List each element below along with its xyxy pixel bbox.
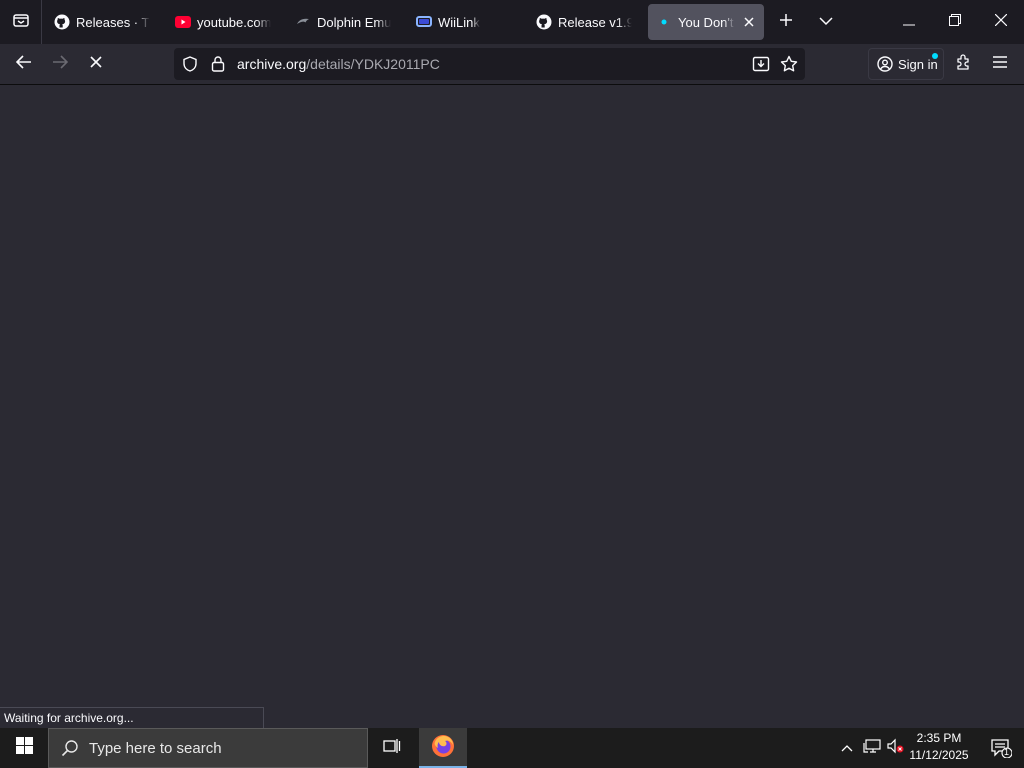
url-text[interactable]: archive.org/details/YDKJ2011PC [237, 56, 440, 72]
start-button[interactable] [0, 728, 48, 768]
tab-overflow-button[interactable] [808, 4, 844, 40]
clock-date: 11/12/2025 [909, 748, 969, 762]
close-window-button[interactable] [978, 0, 1024, 44]
windows-logo-icon [15, 737, 33, 759]
url-domain: archive.org [237, 56, 307, 72]
dolphin-icon [295, 14, 311, 30]
tracking-protection-shield-icon[interactable] [182, 56, 198, 77]
stop-loading-button[interactable] [80, 48, 112, 80]
tab-label: You Don't K [678, 14, 735, 30]
tab-strip: Releases · THZ youtube.com/A Dolphin Emu… [0, 0, 1024, 44]
notification-icon: 1 [990, 738, 1012, 758]
tab-you-dont-know-jack[interactable]: You Don't K [648, 4, 764, 40]
puzzle-icon [955, 53, 973, 76]
tab-release-v1-9[interactable]: Release v1.9 M [528, 4, 640, 40]
clock-time: 2:35 PM [916, 731, 962, 745]
show-hidden-icons-button[interactable] [836, 728, 858, 768]
navigation-toolbar: archive.org/details/YDKJ2011PC Sign in [0, 44, 1024, 85]
install-page-icon[interactable] [752, 55, 770, 78]
task-view-button[interactable] [370, 728, 414, 768]
tab-label: Dolphin Emula [317, 14, 391, 30]
close-tab-icon[interactable] [741, 14, 756, 30]
list-all-tabs-button[interactable] [0, 0, 42, 44]
restore-icon [949, 13, 961, 31]
back-button[interactable] [8, 48, 40, 80]
minimize-icon [903, 13, 915, 31]
firefox-icon [431, 734, 455, 763]
github-icon [536, 14, 552, 30]
taskbar-clock[interactable]: 2:35 PM 11/12/2025 [900, 730, 978, 764]
extensions-button[interactable] [948, 48, 980, 80]
taskbar: Type here to search 2:35 PM 11/12/2025 1 [0, 728, 1024, 768]
new-tab-button[interactable] [768, 4, 804, 40]
arrow-right-icon [52, 54, 69, 74]
tab-label: youtube.com/A [197, 14, 271, 30]
tab-dolphin-emulator[interactable]: Dolphin Emula [287, 4, 399, 40]
task-view-icon [383, 738, 401, 759]
sign-in-label: Sign in [898, 56, 938, 72]
url-bar[interactable]: archive.org/details/YDKJ2011PC [174, 48, 805, 80]
arrow-left-icon [15, 54, 32, 74]
chevron-up-icon [841, 739, 853, 757]
tab-label: Release v1.9 M [558, 14, 632, 30]
tab-label: Releases · THZ [76, 14, 150, 30]
notification-count: 1 [1004, 747, 1010, 757]
tab-releases-thz[interactable]: Releases · THZ [46, 4, 158, 40]
wiilink-icon [416, 14, 432, 30]
loading-dot-icon [656, 14, 672, 30]
taskbar-search-box[interactable]: Type here to search [48, 728, 368, 768]
search-icon [61, 739, 79, 757]
firefox-taskbar-button[interactable] [419, 728, 467, 768]
sign-in-button[interactable]: Sign in [868, 48, 944, 80]
page-content-area [0, 85, 1024, 728]
close-icon [994, 13, 1008, 31]
plus-icon [779, 13, 793, 32]
youtube-icon [175, 14, 191, 30]
account-icon [877, 56, 893, 72]
hamburger-menu-icon [992, 55, 1008, 74]
tab-youtube[interactable]: youtube.com/A [167, 4, 279, 40]
tab-wiilink[interactable]: WiiLink [408, 4, 520, 40]
forward-button[interactable] [44, 48, 76, 80]
tab-list-icon [12, 11, 30, 34]
tab-label: WiiLink [438, 14, 480, 30]
action-center-button[interactable]: 1 [978, 728, 1024, 768]
url-path: /details/YDKJ2011PC [306, 56, 440, 72]
status-panel: Waiting for archive.org... [0, 707, 264, 728]
app-menu-button[interactable] [984, 48, 1016, 80]
github-icon [54, 14, 70, 30]
lock-icon[interactable] [211, 55, 225, 77]
bookmark-star-icon[interactable] [780, 55, 798, 78]
stop-x-icon [90, 55, 102, 73]
chevron-down-icon [819, 13, 833, 31]
restore-button[interactable] [932, 0, 978, 44]
minimize-button[interactable] [886, 0, 932, 44]
network-tray-button[interactable] [860, 728, 884, 768]
network-monitor-icon [863, 738, 881, 759]
notification-dot [932, 53, 938, 59]
search-placeholder: Type here to search [89, 739, 222, 757]
